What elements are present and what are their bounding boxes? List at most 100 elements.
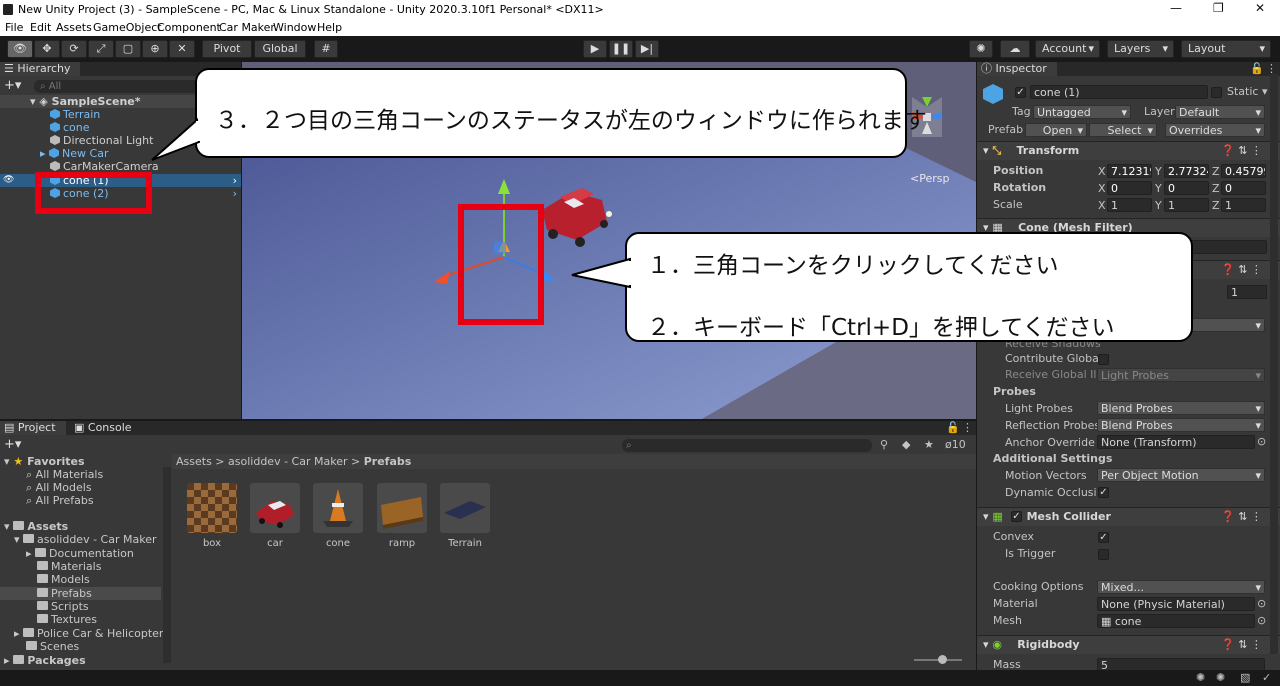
assets-root[interactable]: ▾ Assets (4, 520, 68, 533)
object-picker-icon[interactable]: ⊙ (1257, 597, 1266, 610)
menu-window[interactable]: Window (273, 21, 316, 34)
object-name-input[interactable]: cone (1) (1030, 85, 1208, 99)
scale-z-input[interactable]: 1 (1221, 198, 1266, 212)
scale-y-input[interactable]: 1 (1164, 198, 1209, 212)
reflection-probes-dropdown[interactable]: Blend Probes (1097, 418, 1265, 433)
component-icons[interactable]: ❓ ⇅ ⋮ (1221, 636, 1262, 654)
component-icons[interactable]: ❓ ⇅ ⋮ (1221, 142, 1262, 160)
chevron-right-icon[interactable]: › (233, 187, 237, 200)
tab-inspector[interactable]: ⓘ Inspector (977, 62, 1057, 76)
grid-snap-icon[interactable]: # (314, 40, 338, 58)
step-button[interactable]: ▶| (635, 40, 659, 58)
rigidbody-header[interactable]: ▾ ◉ Rigidbody ❓ ⇅ ⋮ (977, 635, 1280, 654)
asset-box[interactable]: box (187, 483, 237, 549)
tab-console[interactable]: ▣ Console (70, 421, 140, 435)
rect-tool-icon[interactable]: ▢ (115, 40, 141, 58)
object-picker-icon[interactable]: ⊙ (1257, 435, 1266, 448)
cooking-options-dropdown[interactable]: Mixed... (1097, 580, 1265, 595)
fav-all-models[interactable]: ⌕ All Models (26, 481, 92, 494)
asset-car[interactable]: car (250, 483, 300, 549)
menu-help[interactable]: Help (317, 21, 342, 34)
menu-car-maker[interactable]: Car Maker (219, 21, 275, 34)
menu-gameobject[interactable]: GameObject (93, 21, 162, 34)
inspector-scrollbar[interactable] (1270, 74, 1278, 654)
receive-gi-dropdown[interactable]: Light Probes (1097, 368, 1265, 383)
collab-icon[interactable]: ✺ (969, 40, 993, 58)
maximize-button[interactable]: ❐ (1213, 1, 1224, 15)
folder-documentation[interactable]: ▸ Documentation (26, 547, 134, 560)
project-search-input[interactable]: ⌕ (622, 439, 872, 452)
persp-label[interactable]: <Persp (910, 172, 949, 185)
tab-hierarchy[interactable]: ☰ Hierarchy (0, 62, 80, 76)
prefab-open-button[interactable]: Open (1025, 123, 1087, 138)
lock-icon[interactable]: 🔓 (946, 421, 960, 434)
slider-handle[interactable] (938, 655, 947, 664)
filter-label-icon[interactable]: ◆ (902, 438, 910, 451)
folder-textures[interactable]: Textures (37, 613, 97, 626)
mass-input[interactable]: 5 (1097, 658, 1265, 670)
component-icons[interactable]: ❓ ⇅ ⋮ (1221, 261, 1262, 279)
asset-ramp[interactable]: ramp (377, 483, 427, 549)
cloud-icon[interactable]: ☁ (1000, 40, 1030, 58)
position-x-input[interactable]: 7.12319 (1107, 164, 1152, 178)
create-icon[interactable]: +▾ (4, 437, 21, 452)
menu-assets[interactable]: Assets (56, 21, 92, 34)
custom-tool-icon[interactable]: ✕ (169, 40, 195, 58)
filter-type-icon[interactable]: ⚲ (880, 438, 888, 451)
menu-edit[interactable]: Edit (30, 21, 51, 34)
position-y-input[interactable]: 2.77324 (1164, 164, 1209, 178)
rotation-z-input[interactable]: 0 (1221, 181, 1266, 195)
mesh-collider-enabled-checkbox[interactable]: ✓ (1011, 511, 1022, 522)
global-toggle[interactable]: Global (254, 40, 306, 58)
menu-dots-icon[interactable]: ⋮ (962, 421, 973, 434)
position-z-input[interactable]: 0.45799 (1221, 164, 1266, 178)
asset-cone[interactable]: cone (313, 483, 363, 549)
tab-project[interactable]: ▤ Project (0, 421, 66, 435)
active-checkbox[interactable]: ✓ (1015, 87, 1026, 98)
pivot-toggle[interactable]: Pivot (202, 40, 252, 58)
menu-component[interactable]: Component (157, 21, 221, 34)
light-probes-dropdown[interactable]: Blend Probes (1097, 401, 1265, 416)
prefab-overrides-dropdown[interactable]: Overrides (1165, 123, 1265, 138)
folder-scripts[interactable]: Scripts (37, 600, 89, 613)
folder-police-car[interactable]: ▸ Police Car & Helicopter (14, 627, 163, 640)
fav-all-prefabs[interactable]: ⌕ All Prefabs (26, 494, 94, 507)
lock-icon[interactable]: 🔓 (1250, 62, 1264, 75)
progress-icon[interactable]: ✺ (1216, 671, 1225, 684)
play-button[interactable]: ▶ (583, 40, 607, 58)
object-picker-icon[interactable]: ⊙ (1257, 614, 1266, 627)
static-checkbox[interactable] (1211, 87, 1222, 98)
is-trigger-checkbox[interactable] (1098, 549, 1109, 560)
folder-tree-scrollbar[interactable] (163, 467, 171, 663)
anchor-override-field[interactable]: None (Transform) (1097, 435, 1255, 449)
hidden-packages-toggle[interactable]: ø10 (945, 438, 966, 451)
chevron-right-icon[interactable]: › (233, 174, 237, 187)
fav-all-materials[interactable]: ⌕ All Materials (26, 468, 103, 481)
favorite-star-icon[interactable]: ★ (924, 438, 934, 451)
mesh-collider-header[interactable]: ▾ ▦ ✓ Mesh Collider ❓ ⇅ ⋮ (977, 507, 1280, 526)
material-field[interactable]: None (Physic Material) (1097, 597, 1255, 611)
rotation-x-input[interactable]: 0 (1107, 181, 1152, 195)
asset-terrain[interactable]: Terrain (440, 483, 490, 549)
minimize-button[interactable]: — (1170, 1, 1182, 15)
tag-dropdown[interactable]: Untagged (1033, 105, 1131, 120)
add-icon[interactable]: +▾ (4, 78, 21, 93)
transform-tool-icon[interactable]: ⊕ (142, 40, 168, 58)
rotate-tool-icon[interactable]: ⟳ (61, 40, 87, 58)
scale-tool-icon[interactable]: ⤢ (88, 40, 114, 58)
component-icons[interactable]: ❓ ⇅ ⋮ (1221, 508, 1262, 526)
layout-dropdown[interactable]: Layout (1181, 40, 1271, 58)
layers-dropdown[interactable]: Layers (1107, 40, 1174, 58)
contribute-gi-checkbox[interactable] (1098, 354, 1109, 365)
mesh-field[interactable]: ▦ cone (1097, 614, 1255, 628)
visibility-eye-icon[interactable]: 👁 (3, 174, 14, 187)
dynamic-occlusion-checkbox[interactable]: ✓ (1098, 487, 1109, 498)
prefab-select-button[interactable]: Select (1089, 123, 1157, 138)
scale-x-input[interactable]: 1 (1107, 198, 1152, 212)
folder-materials[interactable]: Materials (37, 560, 101, 573)
view-tool-icon[interactable]: 👁 (7, 40, 33, 58)
favorites-section[interactable]: ▾ ★ Favorites (4, 455, 85, 468)
transform-component-header[interactable]: ▾ ⤡ Transform ❓ ⇅ ⋮ (977, 141, 1280, 160)
breadcrumb-prefabs[interactable]: Prefabs (364, 455, 412, 468)
folder-car-maker[interactable]: ▾ asoliddev - Car Maker (14, 533, 157, 546)
